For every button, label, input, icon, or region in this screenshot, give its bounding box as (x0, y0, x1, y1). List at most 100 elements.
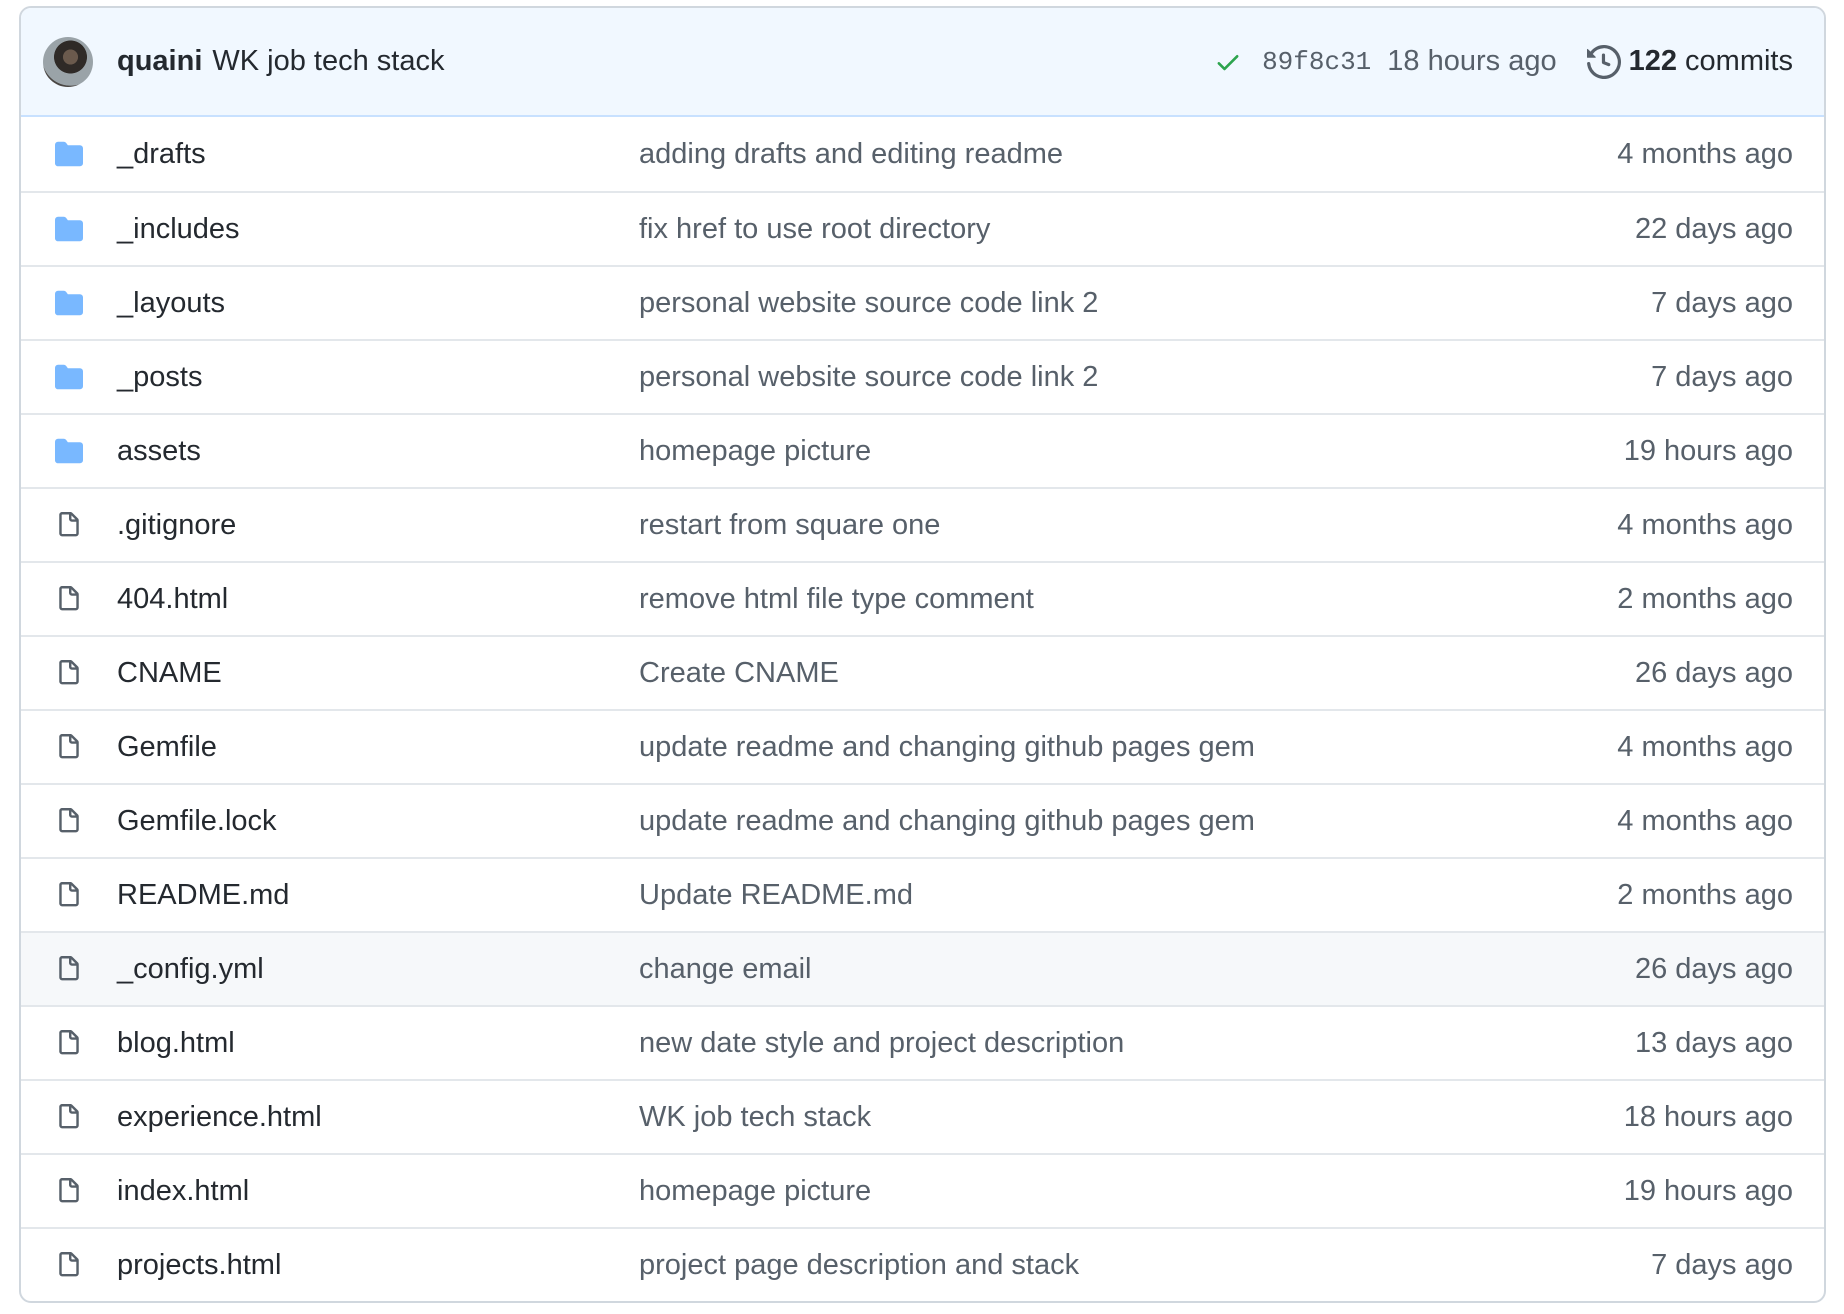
commit-age: 13 days ago (1634, 1026, 1793, 1059)
file-icon (59, 882, 79, 907)
commit-message-link[interactable]: adding drafts and editing readme (639, 138, 1617, 171)
file-row[interactable]: _posts personal website source code link … (21, 339, 1824, 413)
row-icon (51, 1175, 87, 1207)
file-row[interactable]: blog.html new date style and project desc… (21, 1005, 1824, 1079)
file-name-link[interactable]: blog.html (117, 1027, 639, 1060)
file-name-link[interactable]: projects.html (117, 1249, 639, 1282)
row-icon (51, 213, 87, 245)
file-row[interactable]: projects.html project page description an… (21, 1227, 1824, 1301)
commit-message-link[interactable]: personal website source code link 2 (639, 287, 1651, 320)
file-name-link[interactable]: assets (117, 435, 639, 468)
file-icon (59, 808, 79, 833)
commit-message-link[interactable]: fix href to use root directory (639, 213, 1635, 246)
commit-age: 18 hours ago (1387, 45, 1557, 77)
commit-message-link[interactable]: new date style and project description (639, 1027, 1635, 1060)
file-row[interactable]: _includes fix href to use root directory 2… (21, 191, 1824, 265)
commit-count: 122 (1628, 45, 1677, 77)
file-icon (59, 1104, 79, 1129)
commit-age: 4 months ago (1617, 804, 1793, 837)
file-name-link[interactable]: Gemfile (117, 731, 639, 764)
file-icon (59, 512, 79, 537)
row-icon (51, 805, 87, 837)
file-name-link[interactable]: Gemfile.lock (117, 805, 639, 838)
file-row[interactable]: Gemfile.lock update readme and changing g… (21, 783, 1824, 857)
file-icon (59, 660, 79, 685)
commit-message[interactable]: WK job tech stack (212, 45, 444, 78)
commit-message-link[interactable]: Update README.md (639, 879, 1617, 912)
file-name-link[interactable]: _includes (117, 213, 639, 246)
commit-message-link[interactable]: homepage picture (639, 435, 1624, 468)
check-icon[interactable] (1214, 48, 1242, 76)
file-name-link[interactable]: CNAME (117, 657, 639, 690)
row-icon (51, 731, 87, 763)
file-name-link[interactable]: experience.html (117, 1101, 639, 1134)
folder-icon (55, 438, 83, 464)
commit-age: 19 hours ago (1623, 434, 1793, 467)
commit-age: 2 months ago (1617, 878, 1793, 911)
commit-age: 4 months ago (1617, 137, 1793, 170)
file-row[interactable]: _layouts personal website source code lin… (21, 265, 1824, 339)
file-icon (59, 1252, 79, 1277)
commit-age: 19 hours ago (1623, 1174, 1793, 1207)
commit-count-label: commits (1685, 45, 1793, 77)
file-icon (59, 956, 79, 981)
row-icon (51, 657, 87, 689)
commit-message-link[interactable]: personal website source code link 2 (639, 361, 1651, 394)
file-name-link[interactable]: .gitignore (117, 509, 639, 542)
row-icon (51, 287, 87, 319)
file-name-link[interactable]: _config.yml (117, 953, 639, 986)
commit-age: 7 days ago (1651, 1248, 1793, 1281)
commit-age: 26 days ago (1634, 952, 1793, 985)
commit-message-link[interactable]: restart from square one (639, 509, 1617, 542)
file-row[interactable]: CNAME Create CNAME 26 days ago (21, 635, 1824, 709)
commit-message-link[interactable]: update readme and changing github pages … (639, 805, 1617, 838)
row-icon (51, 1027, 87, 1059)
file-icon (59, 1178, 79, 1203)
commit-message-link[interactable]: change email (639, 953, 1635, 986)
row-icon (51, 879, 87, 911)
file-row[interactable]: assets homepage picture 19 hours ago (21, 413, 1824, 487)
row-icon (51, 1249, 87, 1281)
file-name-link[interactable]: _drafts (117, 138, 639, 171)
commit-age: 7 days ago (1651, 360, 1793, 393)
folder-icon (55, 216, 83, 242)
commit-author[interactable]: quaini (117, 45, 202, 78)
folder-icon (55, 364, 83, 390)
file-row[interactable]: README.md Update README.md 2 months ago (21, 857, 1824, 931)
row-icon (51, 1101, 87, 1133)
commit-age: 18 hours ago (1623, 1100, 1793, 1133)
row-icon (51, 138, 87, 170)
file-name-link[interactable]: README.md (117, 879, 639, 912)
avatar[interactable] (43, 36, 93, 87)
file-row[interactable]: experience.html WK job tech stack 18 hours… (21, 1079, 1824, 1153)
file-icon (59, 1030, 79, 1055)
file-row[interactable]: _config.yml change email 26 days ago (21, 931, 1824, 1005)
history-icon[interactable] (1586, 44, 1621, 79)
commit-message-link[interactable]: Create CNAME (639, 657, 1635, 690)
row-icon (51, 953, 87, 985)
file-row[interactable]: Gemfile update readme and changing github… (21, 709, 1824, 783)
file-name-link[interactable]: _layouts (117, 287, 639, 320)
file-browser: quaini WK job tech stack 89f8c31 18 hour… (19, 6, 1826, 1303)
commit-sha[interactable]: 89f8c31 (1262, 47, 1371, 77)
commit-message-link[interactable]: project page description and stack (639, 1249, 1651, 1282)
commit-age: 26 days ago (1634, 656, 1793, 689)
file-icon (59, 734, 79, 759)
file-row[interactable]: .gitignore restart from square one 4 month… (21, 487, 1824, 561)
commit-age: 2 months ago (1617, 582, 1793, 615)
row-icon (51, 583, 87, 615)
commit-age: 4 months ago (1617, 730, 1793, 763)
commit-message-link[interactable]: WK job tech stack (639, 1101, 1624, 1134)
file-row[interactable]: 404.html remove html file type comment 2 m… (21, 561, 1824, 635)
file-row[interactable]: _drafts adding drafts and editing readme 4… (21, 117, 1824, 191)
file-name-link[interactable]: 404.html (117, 583, 639, 616)
file-row[interactable]: index.html homepage picture 19 hours ago (21, 1153, 1824, 1227)
file-icon (59, 586, 79, 611)
commit-message-link[interactable]: remove html file type comment (639, 583, 1617, 616)
commits-link[interactable]: 122 commits (1629, 45, 1793, 78)
commit-age: 22 days ago (1634, 212, 1793, 245)
commit-message-link[interactable]: homepage picture (639, 1175, 1624, 1208)
file-name-link[interactable]: _posts (117, 361, 639, 394)
file-name-link[interactable]: index.html (117, 1175, 639, 1208)
commit-message-link[interactable]: update readme and changing github pages … (639, 731, 1617, 764)
